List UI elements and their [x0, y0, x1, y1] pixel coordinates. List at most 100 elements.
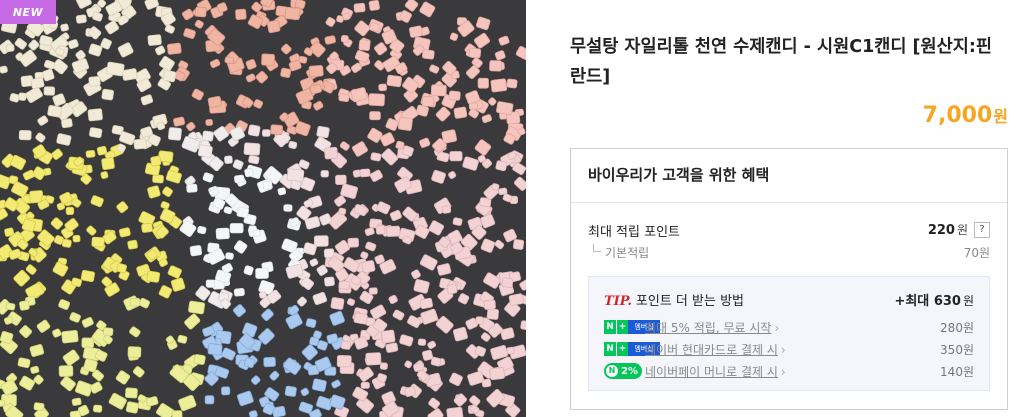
candy-piece	[261, 53, 275, 66]
candy-piece	[25, 264, 37, 275]
candy-piece	[29, 344, 45, 357]
candy-piece	[162, 186, 173, 197]
candy-piece	[236, 206, 250, 218]
candy-piece	[305, 318, 317, 328]
candy-piece	[386, 74, 402, 88]
candy-piece	[197, 225, 207, 235]
candy-piece	[285, 313, 303, 330]
candy-piece	[338, 93, 350, 103]
tip-link-label: 최대 5% 적립, 무료 시작	[645, 321, 772, 335]
candy-piece	[339, 141, 350, 151]
candy-piece	[33, 402, 45, 412]
candy-piece	[255, 71, 268, 84]
candy-piece	[177, 334, 188, 344]
product-price: 7,000원	[923, 103, 1008, 128]
candy-piece	[340, 340, 352, 350]
candy-piece	[506, 78, 518, 89]
candy-piece	[152, 174, 164, 184]
candy-piece	[368, 93, 385, 107]
candy-piece	[324, 276, 335, 287]
candy-piece	[397, 116, 413, 131]
tip-link-card[interactable]: 네이버 현대카드로 결제 시 ›	[645, 341, 786, 358]
candy-piece	[491, 183, 500, 191]
candy-piece	[13, 269, 31, 287]
candy-piece	[288, 140, 298, 150]
candy-piece	[498, 35, 510, 46]
candy-piece	[346, 298, 356, 306]
candy-piece	[61, 118, 73, 129]
candy-piece	[85, 149, 96, 158]
candy-piece	[186, 121, 196, 132]
price-value: 7,000	[922, 103, 993, 128]
candy-piece	[75, 14, 87, 24]
candy-piece	[481, 378, 492, 388]
candy-piece	[324, 146, 338, 160]
candy-piece	[19, 300, 30, 311]
candy-piece	[378, 83, 387, 92]
candy-piece	[129, 297, 141, 307]
candy-piece	[320, 170, 329, 178]
max-points-number: 220	[927, 223, 955, 238]
candy-piece	[284, 6, 301, 21]
candy-piece	[283, 204, 293, 212]
candy-photo	[0, 0, 526, 417]
candy-piece	[193, 354, 206, 365]
candy-piece	[141, 222, 153, 233]
candy-piece	[506, 346, 515, 355]
candy-piece	[30, 77, 45, 90]
benefit-box: 바이우리가 고객을 위한 혜택 최대 적립 포인트 220 원 ? 기본적립 70…	[570, 148, 1008, 410]
candy-piece	[419, 137, 431, 148]
candy-piece	[259, 291, 267, 299]
candy-piece	[270, 124, 284, 135]
naverpay-2percent-icon: N 2%	[604, 363, 642, 379]
tree-branch-icon	[593, 244, 601, 252]
candy-piece	[204, 395, 215, 405]
candy-piece	[330, 297, 345, 310]
tip-link-naverpay[interactable]: 네이버페이 머니로 결제 시 ›	[645, 363, 786, 380]
tip-max-prefix: +최대	[894, 294, 930, 309]
candy-piece	[453, 106, 468, 119]
candy-piece	[375, 225, 386, 235]
candy-piece	[166, 42, 182, 55]
candy-piece	[381, 148, 399, 166]
candy-piece	[261, 129, 271, 137]
basic-points-row: 기본적립 70원	[588, 244, 990, 260]
candy-piece	[22, 169, 35, 181]
candy-piece	[386, 225, 401, 237]
candy-piece	[116, 201, 129, 214]
candy-piece	[81, 337, 95, 349]
candy-piece	[475, 16, 491, 31]
candy-piece	[435, 106, 451, 122]
tip-link-label: 네이버페이 머니로 결제 시	[645, 365, 778, 379]
candy-piece	[194, 19, 204, 29]
candy-piece	[338, 207, 347, 216]
candy-piece	[158, 285, 173, 299]
help-icon[interactable]: ?	[974, 222, 990, 238]
candy-piece	[197, 144, 213, 158]
candy-piece	[170, 277, 186, 292]
candy-piece	[229, 223, 244, 234]
candy-piece	[364, 227, 375, 236]
benefit-heading: 바이우리가 고객을 위한 혜택	[571, 149, 1007, 203]
candy-piece	[127, 239, 138, 250]
candy-piece	[67, 39, 79, 49]
candy-piece	[56, 133, 72, 146]
candy-piece	[481, 114, 492, 124]
candy-piece	[96, 145, 108, 156]
candy-piece	[446, 406, 464, 417]
candy-piece	[419, 297, 433, 309]
candy-piece	[277, 187, 287, 196]
candy-piece	[253, 99, 264, 109]
candy-piece	[42, 68, 55, 82]
max-points-label: 최대 적립 포인트	[588, 225, 680, 240]
candy-piece	[51, 148, 63, 160]
candy-piece	[298, 55, 308, 64]
candy-piece	[19, 375, 36, 391]
tip-link-membership[interactable]: 최대 5% 적립, 무료 시작 ›	[645, 319, 779, 336]
candy-piece	[173, 116, 186, 127]
candy-piece	[191, 88, 204, 101]
candy-piece	[244, 168, 254, 178]
candy-piece	[519, 278, 526, 291]
product-image[interactable]: NEW	[0, 0, 526, 417]
candy-piece	[248, 155, 260, 165]
